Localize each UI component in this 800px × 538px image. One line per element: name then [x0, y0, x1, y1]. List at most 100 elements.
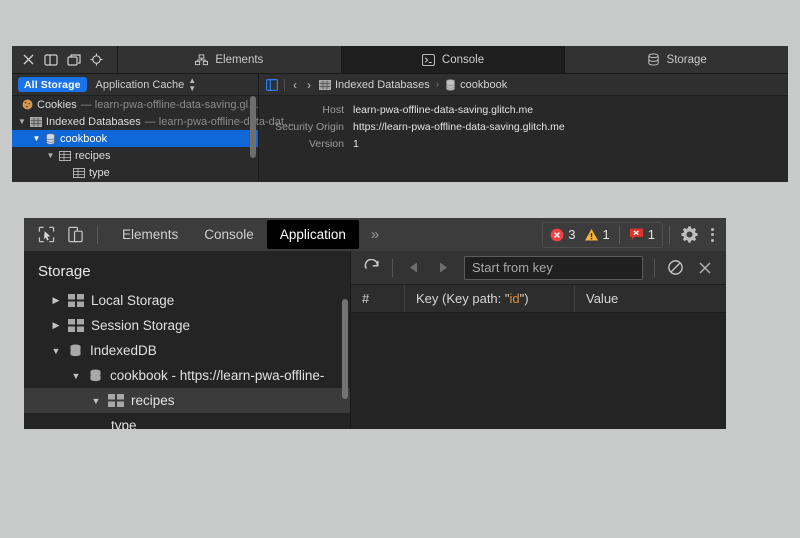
sidebar-item-type[interactable]: type — [24, 413, 350, 429]
application-cache-select[interactable]: Application Cache ▲▼ — [96, 77, 197, 93]
tab-application[interactable]: Application — [267, 220, 359, 249]
error-warning-badges[interactable]: 3 1 1 — [542, 222, 663, 248]
column-header-index[interactable]: # — [351, 285, 405, 312]
all-storage-button[interactable]: All Storage — [18, 77, 87, 92]
sidebar-item-label: Session Storage — [91, 318, 190, 333]
breadcrumb-label: Indexed Databases — [335, 79, 430, 91]
split-panel-icon[interactable] — [44, 54, 58, 66]
tree-item-label: cookbook — [60, 133, 107, 145]
application-sidebar: Storage ▶ Local Storage ▶ Session Storag… — [24, 251, 351, 429]
tree-item-label: recipes — [75, 150, 110, 162]
play-back-icon[interactable] — [398, 255, 428, 281]
twisty[interactable]: ▼ — [71, 371, 81, 381]
error-count-label: 3 — [568, 227, 575, 242]
error-count-badge[interactable]: 3 — [550, 227, 575, 242]
sidebar-scrollbar[interactable] — [342, 299, 348, 399]
sidebar-section-title: Storage — [24, 251, 350, 288]
play-forward-icon[interactable] — [428, 255, 458, 281]
column-header-key-path: id — [510, 291, 520, 306]
twisty[interactable]: ▼ — [51, 346, 61, 356]
tree-item-label: Indexed Databases — [46, 116, 141, 128]
tab-elements[interactable]: Elements — [109, 220, 191, 249]
twisty[interactable]: ▼ — [18, 117, 26, 126]
settings-gear-icon[interactable] — [676, 222, 702, 248]
tab-console[interactable]: Console — [191, 220, 267, 249]
tree-item-cookbook[interactable]: ▼ cookbook — [12, 130, 258, 147]
toolbar-divider — [654, 259, 655, 277]
tree-item-recipes[interactable]: ▼ recipes — [12, 147, 258, 164]
tree-item-cookies[interactable]: Cookies — learn-pwa-offline-data-saving.… — [12, 96, 258, 113]
toolbar-divider — [669, 226, 670, 244]
top-tab-elements[interactable]: Elements — [118, 46, 342, 73]
detail-key: Host — [259, 104, 353, 116]
table-icon — [59, 151, 71, 161]
sidebar-item-label: cookbook - https://learn-pwa-offline- — [110, 368, 324, 383]
layers-icon[interactable] — [67, 54, 81, 66]
detail-key: Version — [259, 138, 353, 150]
column-header-key[interactable]: Key (Key path: "id") — [405, 285, 575, 312]
clear-all-icon[interactable] — [660, 255, 690, 281]
toolbar-divider — [392, 259, 393, 277]
sidebar-item-label: type — [111, 418, 137, 429]
column-header-value[interactable]: Value — [575, 285, 726, 312]
issue-count-badge[interactable]: 1 — [629, 227, 655, 242]
sidebar-item-cookbook[interactable]: ▼ cookbook - https://learn-pwa-offline- — [24, 363, 350, 388]
issue-message-icon — [629, 227, 644, 242]
twisty[interactable]: ▶ — [51, 320, 61, 331]
more-options-icon[interactable] — [702, 228, 726, 242]
sidebar-item-recipes[interactable]: ▼ recipes — [24, 388, 350, 413]
warning-count-badge[interactable]: 1 — [584, 227, 610, 242]
column-header-key-prefix: Key (Key path: " — [416, 291, 510, 306]
tree-item-indexed-databases[interactable]: ▼ Indexed Databases — learn-pwa-offline-… — [12, 113, 258, 130]
more-tabs-button[interactable]: » — [359, 226, 390, 243]
sidebar-item-label: Local Storage — [91, 293, 174, 308]
twisty[interactable]: ▼ — [91, 396, 101, 406]
sidebar-item-indexeddb[interactable]: ▼ IndexedDB — [24, 338, 350, 363]
breadcrumb-item-indexed-databases[interactable]: Indexed Databases — [319, 79, 430, 91]
idb-table-body[interactable] — [351, 313, 726, 429]
top-tab-console-label: Console — [442, 54, 484, 66]
twisty[interactable]: ▶ — [51, 295, 61, 306]
twisty[interactable]: ▼ — [32, 134, 41, 143]
toolbar-divider — [97, 226, 98, 244]
chevron-left-icon[interactable]: ‹ — [291, 78, 299, 92]
devtools-tabbar: Elements Console Application » 3 1 — [24, 218, 726, 251]
top-tab-storage[interactable]: Storage — [565, 46, 788, 73]
application-cache-label: Application Cache — [96, 79, 185, 91]
twisty[interactable]: ▼ — [46, 151, 55, 160]
device-toolbar-icon[interactable] — [62, 222, 88, 248]
detail-value: https://learn-pwa-offline-data-saving.gl… — [353, 121, 565, 133]
idb-table-header: # Key (Key path: "id") Value — [351, 285, 726, 313]
top-tab-console[interactable]: Console — [342, 46, 566, 73]
inspect-cursor-icon[interactable] — [33, 222, 59, 248]
grid-icon — [30, 117, 42, 127]
sidebar-item-local-storage[interactable]: ▶ Local Storage — [24, 288, 350, 313]
sidebar-item-session-storage[interactable]: ▶ Session Storage — [24, 313, 350, 338]
idb-data-pane: Start from key # Key (Key path: "id") Va… — [351, 251, 726, 429]
tree-item-type[interactable]: type — [12, 164, 258, 181]
target-icon[interactable] — [90, 53, 103, 66]
refresh-icon[interactable] — [357, 255, 387, 281]
close-icon[interactable] — [22, 53, 35, 66]
sidebar-scrollbar[interactable] — [250, 96, 256, 158]
issue-count-label: 1 — [648, 227, 655, 242]
start-from-key-input[interactable]: Start from key — [464, 256, 643, 280]
devtools-window: Elements Console Application » 3 1 — [24, 218, 726, 429]
warning-count-label: 1 — [603, 227, 610, 242]
warning-triangle-icon — [584, 228, 599, 242]
detail-value: learn-pwa-offline-data-saving.glitch.me — [353, 104, 533, 116]
web-inspector-window: Elements Console Storage All Storage App… — [12, 46, 788, 182]
storage-tree: Cookies — learn-pwa-offline-data-saving.… — [12, 96, 258, 181]
tree-item-detail: — learn-pwa-offline-data-saving.gl… — [81, 99, 259, 111]
top-tab-elements-label: Elements — [215, 54, 263, 66]
breadcrumb-item-cookbook[interactable]: cookbook — [445, 79, 507, 91]
tree-item-label: type — [89, 167, 110, 179]
storage-sidebar: All Storage Application Cache ▲▼ Cookies… — [12, 74, 259, 182]
sidebar-item-label: recipes — [131, 393, 175, 408]
delete-selected-icon[interactable] — [690, 255, 720, 281]
table-icon — [68, 294, 84, 307]
stepper-icon: ▲▼ — [188, 77, 196, 93]
storage-details-pane: ‹ › Indexed Databases › cookbook — [259, 74, 788, 182]
chevron-right-icon[interactable]: › — [305, 78, 313, 92]
panel-toggle-icon[interactable] — [266, 79, 278, 91]
